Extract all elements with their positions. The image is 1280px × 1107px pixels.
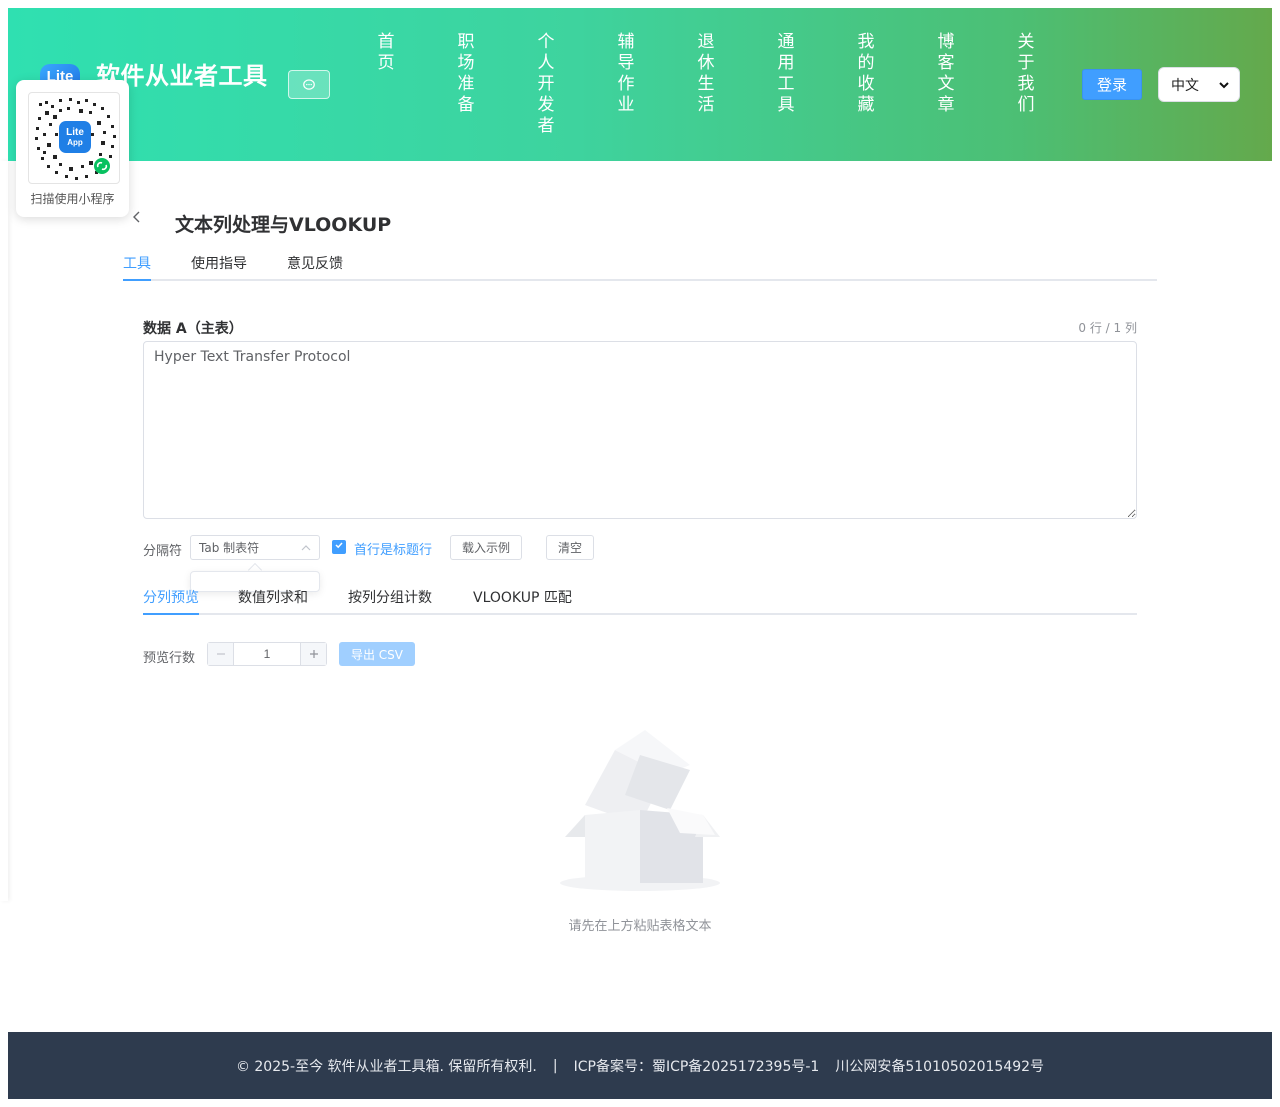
tab-vlookup-match[interactable]: VLOOKUP 匹配 bbox=[473, 587, 572, 607]
decrement-button[interactable] bbox=[208, 643, 233, 665]
separator-label: 分隔符 bbox=[143, 544, 183, 559]
tab-feedback[interactable]: 意见反馈 bbox=[287, 253, 343, 273]
svg-text:App: App bbox=[67, 138, 83, 147]
nav-item-home[interactable]: 首页 bbox=[376, 32, 396, 74]
qr-caption: 扫描使用小程序 bbox=[30, 192, 115, 206]
empty-box-illustration bbox=[555, 725, 725, 895]
tab-numeric-sum[interactable]: 数值列求和 bbox=[238, 587, 308, 607]
active-tab-indicator bbox=[123, 279, 151, 281]
separator-value: Tab 制表符 bbox=[199, 541, 260, 555]
footer-police-record[interactable]: 川公网安备51010502015492号 bbox=[835, 1056, 1044, 1076]
plus-icon bbox=[309, 650, 318, 658]
row-col-count: 0 行 / 1 列 bbox=[1078, 321, 1137, 335]
header-row-label[interactable]: 首行是标题行 bbox=[354, 539, 432, 558]
preview-rows-label: 预览行数 bbox=[143, 651, 196, 666]
back-arrow-icon[interactable] bbox=[132, 210, 142, 229]
site-header: Lite 软件从业者工具 首页 职场准备 个人开发者 辅导作业 退休生活 通用工… bbox=[8, 8, 1272, 161]
nav-item-about[interactable]: 关于我们 bbox=[1016, 32, 1036, 116]
chevron-down-icon bbox=[1219, 81, 1229, 88]
nav-item-blog[interactable]: 博客文章 bbox=[936, 32, 956, 116]
chat-button[interactable] bbox=[288, 70, 330, 99]
footer-icp[interactable]: ICP备案号：蜀ICP备2025172395号-1 bbox=[574, 1056, 820, 1076]
empty-state-text: 请先在上方粘贴表格文本 bbox=[568, 919, 712, 934]
chat-bubble-icon bbox=[303, 78, 315, 90]
minus-icon bbox=[216, 653, 225, 655]
increment-button[interactable] bbox=[301, 643, 326, 665]
qr-badge-text: Lite bbox=[66, 127, 84, 138]
qr-code-image: Lite App bbox=[28, 92, 120, 184]
language-value: 中文 bbox=[1171, 76, 1199, 93]
tab-tool[interactable]: 工具 bbox=[123, 253, 151, 273]
chevron-up-icon bbox=[301, 544, 311, 550]
site-footer: © 2025-至今 软件从业者工具箱. 保留所有权利. | ICP备案号：蜀IC… bbox=[8, 1032, 1272, 1099]
preview-rows-stepper[interactable]: 1 bbox=[207, 642, 327, 666]
sub-tab-bar: 分列预览 数值列求和 按列分组计数 VLOOKUP 匹配 bbox=[143, 582, 1137, 615]
page-title: 文本列处理与VLOOKUP bbox=[175, 214, 392, 236]
active-subtab-indicator bbox=[143, 613, 199, 615]
nav-item-general-tools[interactable]: 通用工具 bbox=[776, 32, 796, 116]
data-a-textarea[interactable] bbox=[143, 341, 1137, 519]
tab-group-count[interactable]: 按列分组计数 bbox=[348, 587, 432, 607]
language-select[interactable]: 中文 bbox=[1158, 67, 1240, 102]
main-tab-bar: 工具 使用指导 意见反馈 bbox=[123, 250, 1157, 281]
data-a-label: 数据 A（主表） bbox=[143, 321, 243, 337]
login-button[interactable]: 登录 bbox=[1082, 69, 1142, 100]
tab-guide[interactable]: 使用指导 bbox=[191, 253, 247, 273]
nav-item-retirement[interactable]: 退休生活 bbox=[696, 32, 716, 116]
mini-program-qr-card: Lite App 扫描使用小程序 bbox=[16, 80, 129, 217]
nav-item-homework[interactable]: 辅导作业 bbox=[616, 32, 636, 116]
separator-select[interactable]: Tab 制表符 bbox=[190, 535, 320, 560]
nav-item-favorites[interactable]: 我的收藏 bbox=[856, 32, 876, 116]
export-csv-button[interactable]: 导出 CSV bbox=[339, 642, 415, 666]
nav-item-career-prep[interactable]: 职场准备 bbox=[456, 32, 476, 116]
header-row-checkbox[interactable] bbox=[332, 540, 346, 554]
check-icon bbox=[335, 542, 343, 549]
footer-copyright: © 2025-至今 软件从业者工具箱. 保留所有权利. bbox=[235, 1058, 537, 1075]
footer-divider: | bbox=[552, 1057, 558, 1074]
preview-rows-value[interactable]: 1 bbox=[233, 643, 301, 665]
tab-tool-label: 工具 bbox=[123, 256, 151, 272]
clear-button[interactable]: 清空 bbox=[546, 535, 594, 560]
tab-column-preview[interactable]: 分列预览 bbox=[143, 587, 199, 607]
side-panel-edge bbox=[0, 161, 8, 901]
load-example-button[interactable]: 载入示例 bbox=[450, 535, 522, 560]
nav-item-indie-dev[interactable]: 个人开发者 bbox=[536, 32, 556, 137]
